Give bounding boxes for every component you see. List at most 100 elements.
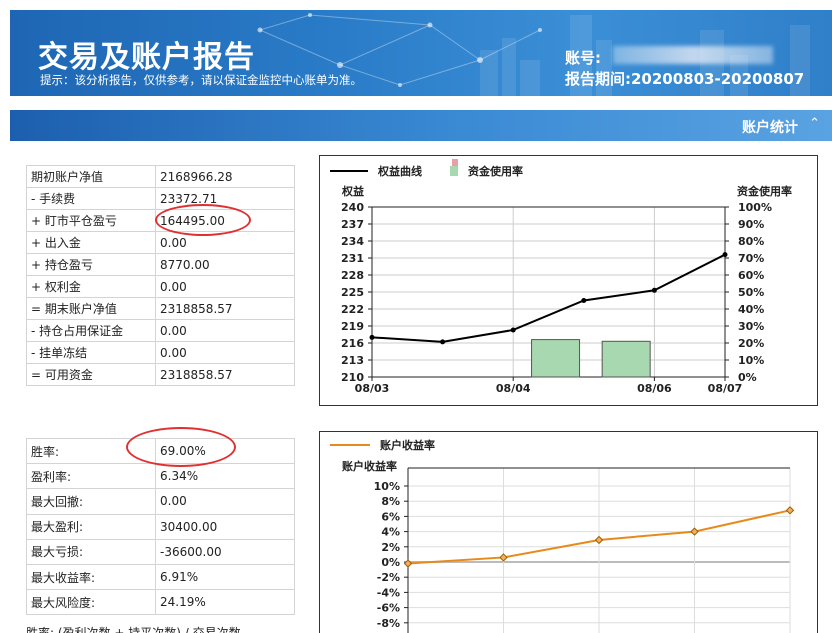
performance-row: 盈利率: 6.34%	[26, 463, 295, 490]
equity-point	[369, 334, 375, 340]
equity-point	[510, 327, 516, 333]
y-tick-label: 6%	[381, 510, 400, 523]
win-rate-footnote: 胜率: (盈利次数 + 持平次数) / 交易次数	[26, 626, 241, 633]
equity-point	[581, 298, 587, 303]
return-point	[785, 506, 795, 515]
stat-label: + 出入金	[26, 231, 156, 254]
account-row: + 持仓盈亏 8770.00	[26, 253, 295, 276]
y-axis-title: 权益	[341, 184, 364, 198]
y2-tick-label: 10%	[738, 354, 764, 367]
account-row: - 挂单冻结 0.00	[26, 341, 295, 364]
account-row: - 手续费 23372.71	[26, 187, 295, 210]
y-tick-label: 219	[341, 320, 364, 333]
stat-label: = 可用资金	[26, 363, 156, 386]
y-tick-label: 240	[341, 201, 364, 214]
y-tick-label: 225	[341, 286, 364, 299]
stat-label: 最大亏损:	[26, 538, 156, 565]
account-stats-section-header[interactable]: 账户统计 ⌃	[10, 110, 832, 141]
y2-axis-title: 资金使用率	[737, 184, 792, 198]
stat-value: 2318858.57	[155, 297, 295, 320]
performance-row: 最大盈利: 30400.00	[26, 513, 295, 540]
legend-return-label: 账户收益率	[380, 438, 435, 452]
x-tick-label: 08/07	[708, 382, 743, 395]
stat-label: + 盯市平仓盈亏	[26, 209, 156, 232]
stat-label: 盈利率:	[26, 463, 156, 490]
stat-label: - 手续费	[26, 187, 156, 210]
account-row: - 持仓占用保证金 0.00	[26, 319, 295, 342]
report-title: 交易及账户报告	[38, 40, 255, 75]
stat-label: 最大回撤:	[26, 488, 156, 515]
return-point	[690, 527, 699, 536]
equity-line	[371, 253, 726, 343]
legend-margin-swatch-green	[450, 166, 458, 176]
stat-value: 0.00	[155, 231, 295, 254]
x-tick-label: 08/06	[637, 382, 672, 395]
y-tick-label: 237	[341, 218, 364, 231]
y-tick-label: 234	[341, 235, 364, 248]
return-point	[499, 553, 508, 562]
legend-margin-label: 资金使用率	[468, 164, 523, 178]
stat-label: 最大风险度:	[26, 589, 156, 616]
legend-equity-label: 权益曲线	[377, 164, 422, 178]
legend-margin-swatch-pink	[452, 159, 458, 166]
y-tick-label: -6%	[377, 602, 400, 615]
stat-value: 0.00	[155, 341, 295, 364]
y2-tick-label: 60%	[738, 269, 764, 282]
stat-label: - 持仓占用保证金	[26, 319, 156, 342]
stat-value: 0.00	[155, 319, 295, 342]
y2-tick-label: 80%	[738, 235, 764, 248]
y-tick-label: -2%	[377, 571, 400, 584]
stat-label: 最大盈利:	[26, 513, 156, 540]
account-row: 期初账户净值 2168966.28	[26, 165, 295, 188]
performance-row: 最大回撤: 0.00	[26, 488, 295, 515]
stat-value: 2318858.57	[155, 363, 295, 386]
return-point	[594, 535, 604, 545]
period-value: 20200803-20200807	[631, 70, 805, 88]
account-number-redacted	[613, 46, 773, 64]
y-tick-label: 231	[341, 252, 364, 265]
y-tick-label: 2%	[381, 541, 400, 554]
margin-usage-bar	[601, 340, 651, 378]
y-tick-label: 228	[341, 269, 364, 282]
stat-value: 2168966.28	[155, 165, 295, 188]
account-summary-table: 期初账户净值 2168966.28- 手续费 23372.71 + 盯市平仓盈亏 164…	[26, 165, 295, 386]
y-tick-label: 222	[341, 303, 364, 316]
stat-value: 8770.00	[155, 253, 295, 276]
account-label: 账号:	[565, 49, 601, 67]
y2-tick-label: 20%	[738, 337, 764, 350]
report-hint: 提示：该分析报告，仅供参考，请以保证金监控中心账单为准。	[40, 73, 362, 87]
performance-row: 最大风险度: 24.19%	[26, 589, 295, 616]
y2-tick-label: 70%	[738, 252, 764, 265]
return-chart-svg: 账户收益率账户收益率10%8%6%4%2%0%-2%-4%-6%-8%-10%	[330, 438, 795, 633]
y-tick-label: 4%	[381, 526, 400, 539]
stat-value: 0.00	[155, 275, 295, 298]
x-tick-label: 08/04	[496, 382, 531, 395]
account-row: = 期末账户净值 2318858.57	[26, 297, 295, 320]
equity-point	[722, 252, 728, 258]
y-tick-label: -8%	[377, 617, 400, 630]
y2-tick-label: 40%	[738, 303, 764, 316]
stat-value: 6.34%	[155, 463, 295, 490]
y2-tick-label: 90%	[738, 218, 764, 231]
double-chevron-up-icon[interactable]: ⌃	[809, 116, 820, 131]
equity-point	[651, 287, 657, 293]
stat-label: + 持仓盈亏	[26, 253, 156, 276]
stat-value: -36600.00	[155, 538, 295, 565]
x-tick-label: 08/03	[355, 382, 390, 395]
performance-row: 最大亏损: -36600.00	[26, 538, 295, 565]
stat-label: + 权利金	[26, 275, 156, 298]
performance-row: 最大收益率: 6.91%	[26, 563, 295, 591]
stat-value: 6.91%	[155, 563, 295, 591]
account-row: + 出入金 0.00	[26, 231, 295, 254]
stat-label: - 挂单冻结	[26, 341, 156, 364]
y-axis-title: 账户收益率	[342, 459, 397, 473]
highlight-ellipse-win-rate	[126, 427, 236, 467]
y-tick-label: 10%	[374, 480, 400, 493]
section-title: 账户统计	[742, 120, 798, 136]
margin-usage-bar	[531, 339, 581, 378]
stat-value: 30400.00	[155, 513, 295, 540]
y-tick-label: -4%	[377, 586, 400, 599]
highlight-ellipse-close-pnl	[155, 204, 251, 236]
stat-label: 最大收益率:	[26, 563, 156, 591]
equity-chart-svg: 权益曲线 资金使用率权益 资金使用率240 100%237 90%234 80%231 70…	[330, 159, 792, 395]
